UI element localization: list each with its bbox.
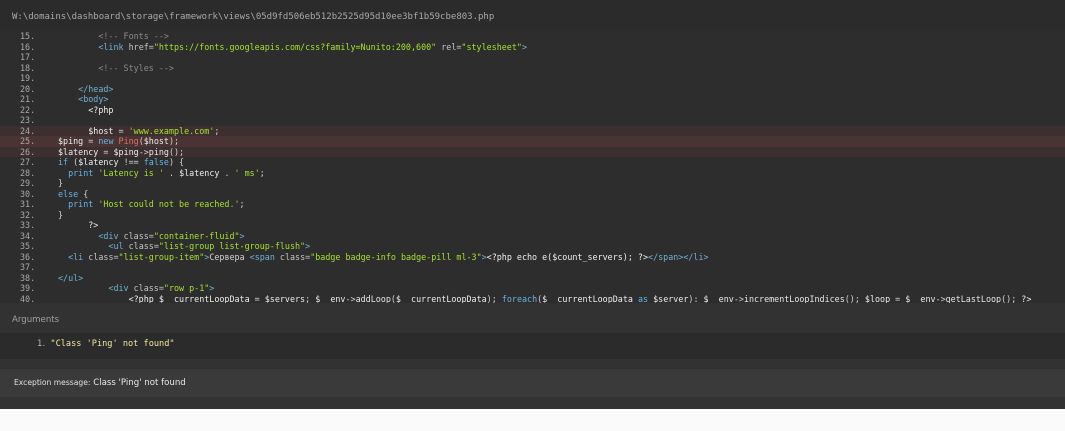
line-source: print 'Latency is ' . $latency . ' ms'; [68, 167, 265, 178]
line-number: 27. [20, 157, 36, 167]
file-path: W:\domains\dashboard\storage\framework\v… [0, 0, 1065, 34]
line-number: 16. [20, 41, 36, 52]
line-number: 38. [20, 272, 36, 283]
exception-message: Class 'Ping' not found [93, 378, 186, 388]
line-number: 32. [20, 209, 36, 220]
arguments-list: 1. "Class 'Ping' not found" [0, 333, 1065, 359]
line-source: <li class="list-group-item">Сервера <spa… [68, 251, 709, 262]
code-line: 40. <?php $__currentLoopData = $servers;… [0, 294, 1065, 304]
line-number: 40. [20, 293, 36, 304]
line-number: 28. [20, 167, 36, 178]
code-line: 39. <div class="row p-1"> [0, 283, 1065, 294]
line-number: 23. [20, 115, 36, 125]
line-source: <body> [78, 94, 109, 104]
line-number: 26. [20, 146, 36, 157]
line-source: <!-- Fonts --> [98, 31, 169, 41]
code-line: 19. [0, 73, 1065, 84]
code-line: 23. [0, 115, 1065, 126]
code-line: 31. print 'Host could not be reached.'; [0, 199, 1065, 210]
code-line: 30. else { [0, 189, 1065, 200]
code-line: 29.} [0, 178, 1065, 189]
line-number: 25. [20, 136, 36, 146]
line-source: </head> [78, 83, 114, 94]
code-line: 16. <link href="https://fonts.googleapis… [0, 42, 1065, 53]
code-line: 17. [0, 52, 1065, 63]
line-source: <link href="https://fonts.googleapis.com… [98, 41, 527, 52]
line-number: 29. [20, 178, 36, 188]
line-number: 24. [20, 125, 36, 136]
code-line: 18. <!-- Styles --> [0, 63, 1065, 74]
code-line: 37. [0, 262, 1065, 273]
line-source: <ul class="list-group list-group-flush"> [108, 241, 311, 251]
exception-message-bar: Exception message: Class 'Ping' not foun… [0, 369, 1065, 397]
code-line: 24. $host = 'www.example.com'; [0, 125, 1065, 136]
code-line: 38. </ul> [0, 273, 1065, 284]
code-line: 27. if ($latency !== false) { [0, 157, 1065, 168]
code-line: 32.} [0, 210, 1065, 221]
line-number: 33. [20, 220, 36, 230]
line-number: 34. [20, 230, 36, 241]
line-number: 30. [20, 188, 36, 199]
argument-number: 1. [37, 339, 46, 349]
line-number: 31. [20, 199, 36, 209]
line-number: 39. [20, 283, 36, 293]
code-line: 26. $latency = $ping->ping(); [0, 146, 1065, 157]
line-source: </ul> [58, 272, 84, 283]
line-source: else { [58, 188, 89, 199]
line-source: <!-- Styles --> [98, 62, 174, 73]
line-source: } [58, 178, 64, 188]
code-line: 22. <?php [0, 105, 1065, 116]
line-source: if ($latency !== false) { [58, 157, 185, 167]
argument-item: 1. "Class 'Ping' not found" [37, 339, 175, 349]
line-number: 17. [20, 52, 36, 62]
error-panel: W:\domains\dashboard\storage\framework\v… [0, 0, 1065, 409]
line-source: } [58, 209, 64, 220]
line-number: 20. [20, 83, 36, 94]
code-line: 21. <body> [0, 94, 1065, 105]
line-source: print 'Host could not be reached.'; [68, 199, 245, 209]
line-number: 35. [20, 241, 36, 251]
line-source: <div class="container-fluid"> [98, 230, 245, 241]
line-number: 21. [20, 94, 36, 104]
code-line: 36. <li class="list-group-item">Сервера … [0, 252, 1065, 263]
line-source: <?php $__currentLoopData = $servers; $__… [128, 293, 1032, 304]
line-number: 18. [20, 62, 36, 73]
code-line: 20. </head> [0, 84, 1065, 95]
line-source: <div class="row p-1"> [108, 283, 215, 293]
line-number: 15. [20, 31, 36, 41]
line-number: 37. [20, 262, 36, 272]
arguments-header: Arguments [0, 307, 1065, 331]
code-line: 25. $ping = new Ping($host); [0, 136, 1065, 147]
line-source: ?> [88, 220, 99, 230]
code-viewer[interactable]: 15. <!-- Fonts --> 16. <link href="https:… [0, 31, 1065, 303]
line-number: 19. [20, 73, 36, 83]
line-source: $host = 'www.example.com'; [88, 125, 220, 136]
page-footer [0, 409, 1065, 431]
code-line: 35. <ul class="list-group list-group-flu… [0, 241, 1065, 252]
line-source: $ping = new Ping($host); [58, 136, 180, 146]
line-number: 22. [20, 104, 36, 115]
argument-value: "Class 'Ping' not found" [50, 339, 175, 349]
code-line: 34. <div class="container-fluid"> [0, 231, 1065, 242]
line-source: <?php [88, 104, 114, 115]
code-line: 28. print 'Latency is ' . $latency . ' m… [0, 168, 1065, 179]
line-source: $latency = $ping->ping(); [58, 146, 185, 157]
line-number: 36. [20, 251, 36, 262]
code-line: 33. ?> [0, 220, 1065, 231]
code-line: 15. <!-- Fonts --> [0, 31, 1065, 42]
exception-label: Exception message: [14, 378, 91, 387]
